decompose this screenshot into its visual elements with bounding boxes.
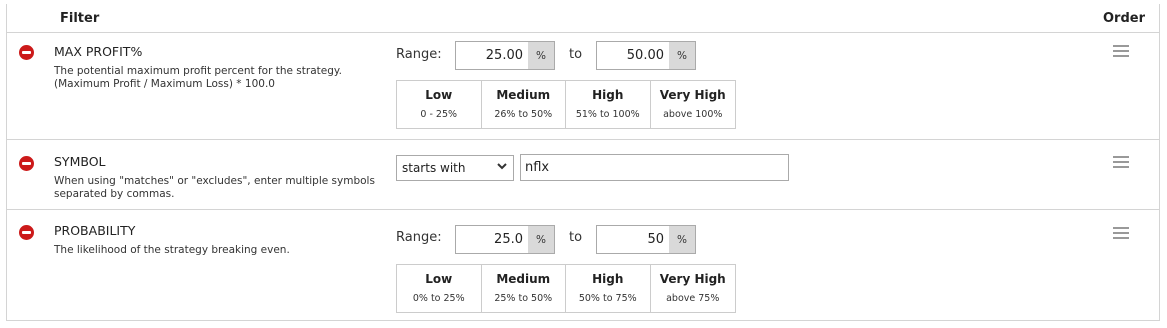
unit-label: % (669, 42, 695, 69)
unit-label: % (669, 226, 695, 253)
preset-range: above 75% (666, 293, 720, 304)
preset-title: Very High (659, 272, 726, 286)
preset-title: High (592, 272, 624, 286)
filter-panel-wrapper: Filter Order MAX PROFIT% The potential m… (0, 0, 1167, 328)
drag-handle-icon[interactable] (1113, 45, 1129, 58)
preset-range: 0 - 25% (420, 109, 458, 120)
preset-low[interactable]: Low 0 - 25% (397, 81, 482, 128)
range-min-input[interactable] (456, 42, 528, 69)
preset-title: Low (425, 272, 453, 286)
range-min-field[interactable]: % (455, 225, 555, 254)
unit-label: % (528, 42, 554, 69)
range-label: Range: (396, 230, 442, 245)
filter-name: MAX PROFIT% (54, 44, 143, 59)
filter-description: When using "matches" or "excludes", ente… (54, 175, 375, 200)
preset-range: 50% to 75% (578, 293, 637, 304)
filter-name: PROBABILITY (54, 223, 136, 238)
chevron-down-icon (497, 163, 507, 170)
preset-very-high[interactable]: Very High above 100% (651, 81, 736, 128)
operator-value: starts with (402, 161, 466, 175)
filter-name: SYMBOL (54, 154, 106, 169)
remove-circle-icon[interactable] (19, 45, 34, 60)
preset-range: 51% to 100% (575, 109, 640, 120)
filter-description: The likelihood of the strategy breaking … (54, 244, 290, 256)
range-max-field[interactable]: % (596, 41, 696, 70)
range-max-input[interactable] (597, 226, 669, 253)
filter-description: The potential maximum profit percent for… (54, 65, 342, 90)
preset-medium[interactable]: Medium 25% to 50% (482, 265, 566, 312)
drag-handle-icon[interactable] (1113, 227, 1129, 240)
preset-low[interactable]: Low 0% to 25% (397, 265, 482, 312)
symbol-field[interactable] (520, 154, 789, 181)
drag-handle-icon[interactable] (1113, 156, 1129, 169)
preset-range: 26% to 50% (494, 109, 553, 120)
to-label: to (569, 230, 583, 245)
preset-very-high[interactable]: Very High above 75% (651, 265, 736, 312)
preset-title: Very High (659, 88, 726, 102)
symbol-input[interactable] (521, 155, 788, 180)
preset-high[interactable]: High 51% to 100% (566, 81, 651, 128)
preset-range: 25% to 50% (494, 293, 553, 304)
range-label: Range: (396, 47, 442, 62)
range-max-input[interactable] (597, 42, 669, 69)
preset-high[interactable]: High 50% to 75% (566, 265, 651, 312)
range-min-field[interactable]: % (455, 41, 555, 70)
to-label: to (569, 47, 583, 62)
filter-row-max-profit: MAX PROFIT% The potential maximum profit… (7, 33, 1159, 140)
preset-title: Medium (496, 88, 551, 102)
order-column-header: Order (1103, 11, 1145, 26)
preset-range: 0% to 25% (412, 293, 465, 304)
filter-row-symbol: SYMBOL When using "matches" or "excludes… (7, 140, 1159, 210)
range-presets: Low 0% to 25% Medium 25% to 50% High 50%… (396, 264, 736, 313)
preset-range: above 100% (663, 109, 723, 120)
range-min-input[interactable] (456, 226, 528, 253)
filter-table: Filter Order MAX PROFIT% The potential m… (6, 4, 1160, 321)
preset-title: Medium (496, 272, 551, 286)
filter-row-probability: PROBABILITY The likelihood of the strate… (7, 210, 1159, 321)
operator-select[interactable]: starts with (396, 155, 514, 181)
unit-label: % (528, 226, 554, 253)
preset-title: Low (425, 88, 453, 102)
preset-title: High (592, 88, 624, 102)
remove-circle-icon[interactable] (19, 225, 34, 240)
remove-circle-icon[interactable] (19, 156, 34, 171)
table-header: Filter Order (7, 4, 1159, 33)
preset-medium[interactable]: Medium 26% to 50% (482, 81, 566, 128)
range-max-field[interactable]: % (596, 225, 696, 254)
filter-column-header: Filter (60, 11, 100, 26)
range-presets: Low 0 - 25% Medium 26% to 50% High 51% t… (396, 80, 736, 129)
